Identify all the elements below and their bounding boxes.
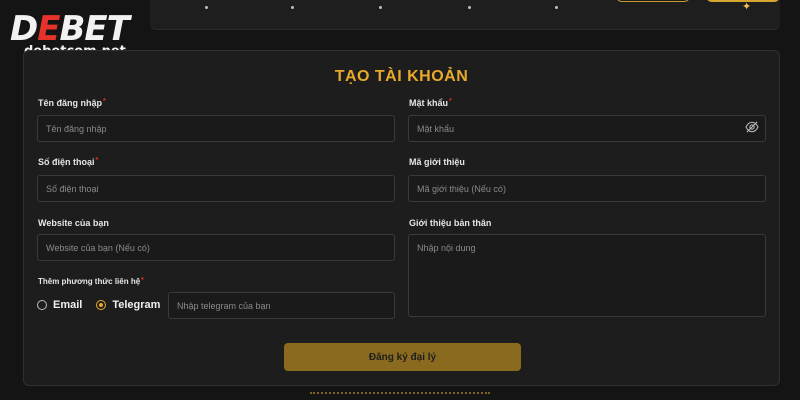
sparkle-icon: ✦: [742, 1, 752, 13]
radio-email-label[interactable]: Email: [53, 299, 82, 311]
referral-code-input[interactable]: [408, 175, 766, 202]
radio-telegram-label[interactable]: Telegram: [112, 299, 160, 311]
cropped-footer-text: [310, 392, 490, 398]
contact-method-label: Thêm phương thức liên hệ*: [38, 277, 144, 286]
nav-bar: [150, 0, 780, 30]
registration-form: TẠO TÀI KHOẢN Tên đăng nhập* Mật khẩu* S…: [23, 50, 780, 386]
logo-wordmark: DEBET: [10, 9, 130, 49]
contact-method-options: Email Telegram: [37, 299, 160, 311]
nav-item-marker[interactable]: [205, 6, 208, 9]
radio-email[interactable]: [37, 300, 47, 310]
website-input[interactable]: [37, 234, 395, 261]
nav-item-marker[interactable]: [468, 6, 471, 9]
form-title: TẠO TÀI KHOẢN: [334, 68, 469, 85]
required-mark: *: [141, 277, 144, 284]
login-button[interactable]: [616, 0, 690, 2]
referral-label: Mã giới thiệu: [409, 157, 465, 167]
nav-item-marker[interactable]: [291, 6, 294, 9]
radio-telegram[interactable]: [96, 300, 107, 310]
username-label: Tên đăng nhập*: [38, 98, 106, 108]
bio-textarea[interactable]: [408, 234, 766, 317]
username-input[interactable]: [37, 115, 395, 142]
phone-label: Số điện thoại*: [38, 157, 99, 167]
required-mark: *: [449, 98, 452, 105]
nav-item-marker[interactable]: [555, 6, 558, 9]
bio-label: Giới thiệu bản thân: [409, 218, 492, 228]
required-mark: *: [95, 157, 99, 164]
nav-item-marker[interactable]: [379, 6, 382, 9]
password-label: Mật khẩu*: [409, 98, 452, 108]
eye-off-icon[interactable]: [745, 121, 759, 133]
telegram-input[interactable]: [168, 292, 395, 319]
register-agent-button[interactable]: Đăng ký đại lý: [284, 343, 521, 371]
website-label: Website của bạn: [38, 218, 109, 228]
password-input[interactable]: [408, 115, 766, 142]
required-mark: *: [103, 98, 106, 105]
phone-input[interactable]: [37, 175, 395, 202]
